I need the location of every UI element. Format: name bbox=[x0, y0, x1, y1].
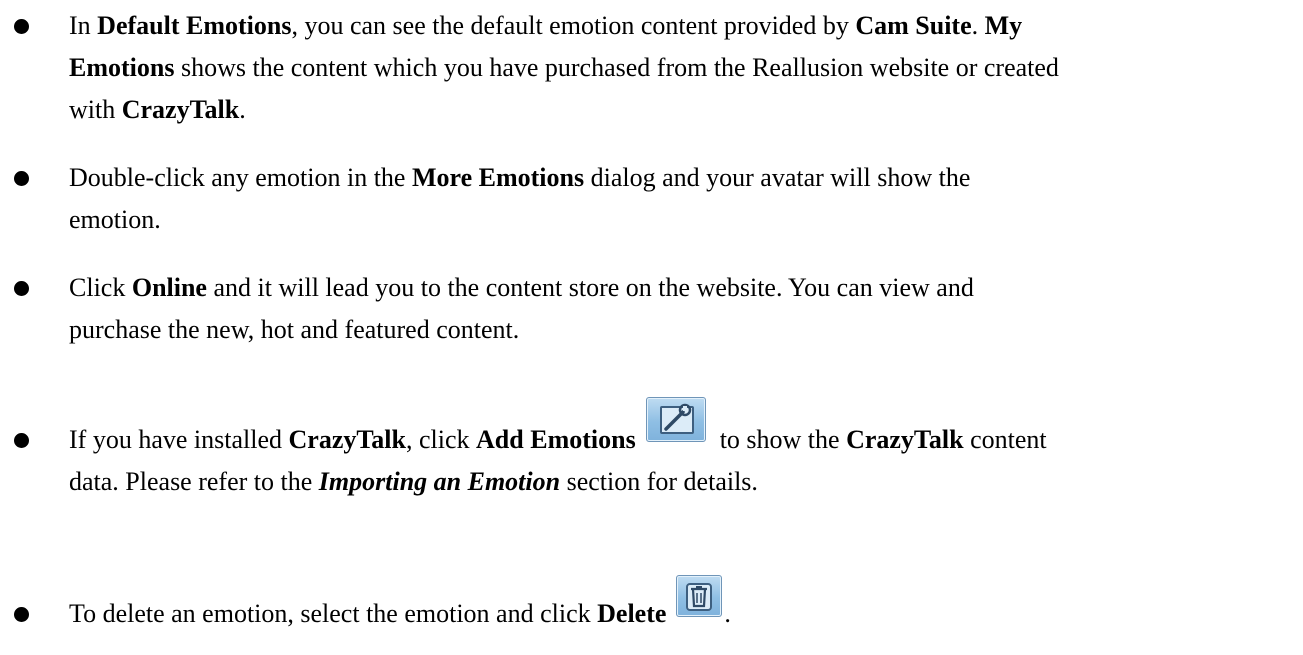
bullet-dot bbox=[14, 281, 29, 296]
delete-trash-icon[interactable] bbox=[676, 575, 723, 617]
bullet-dot bbox=[14, 433, 29, 448]
bullet-text: To delete an emotion, select the emotion… bbox=[69, 575, 1243, 635]
bullet-dot bbox=[14, 19, 29, 34]
bullet-text: If you have installed CrazyTalk, click A… bbox=[69, 397, 1243, 503]
bullet-dot bbox=[14, 607, 29, 622]
bullet-text: Click Online and it will lead you to the… bbox=[69, 273, 974, 344]
add-emotions-wrench-icon[interactable] bbox=[645, 397, 706, 442]
bullet-dot bbox=[14, 171, 29, 186]
bullet-text: Double-click any emotion in the More Emo… bbox=[69, 163, 971, 234]
bullet-text: In Default Emotions, you can see the def… bbox=[69, 11, 1059, 124]
